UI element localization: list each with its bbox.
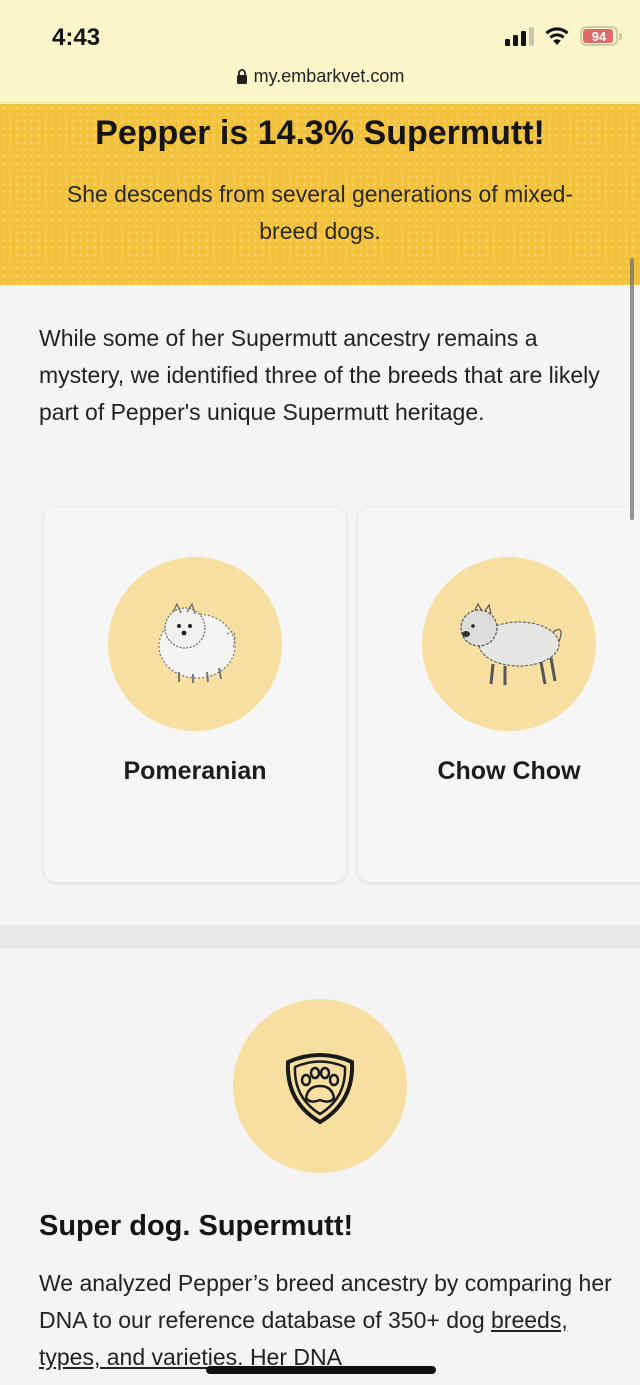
breed-name: Pomeranian: [123, 757, 267, 785]
chow-chow-illustration: [460, 602, 562, 685]
battery-icon: 94: [580, 26, 622, 46]
intro-paragraph: While some of her Supermutt ancestry rem…: [39, 325, 600, 425]
status-icons: 94: [505, 26, 622, 46]
battery-level: 94: [591, 28, 607, 44]
status-time: 4:43: [52, 24, 101, 51]
url-text: my.embarkvet.com: [253, 66, 405, 86]
breed-name: Chow Chow: [437, 757, 581, 785]
supermutt-hero: Pepper is 14.3% Supermutt! She descends …: [0, 104, 640, 285]
wifi-icon: [545, 27, 569, 45]
home-indicator[interactable]: [206, 1366, 436, 1374]
scrollbar[interactable]: [630, 258, 634, 520]
breed-card-chow-chow[interactable]: Chow Chow: [358, 507, 640, 882]
supermutt-body: We analyzed Pepper’s breed ancestry by c…: [39, 1270, 612, 1370]
page: 4:43 94 my.embarkvet.com Pepper is 14.3%…: [0, 0, 640, 1385]
breed-image-circle: [108, 557, 282, 731]
supermutt-badge-circle: [233, 999, 407, 1173]
breed-card-pomeranian[interactable]: Pomeranian: [44, 507, 346, 882]
status-and-url-bar: 4:43 94 my.embarkvet.com: [0, 0, 640, 103]
lock-icon: [236, 69, 247, 84]
paw-shield-icon: [285, 1053, 355, 1124]
pomeranian-illustration: [158, 602, 236, 683]
hero-title: Pepper is 14.3% Supermutt!: [95, 114, 545, 152]
section-divider: [0, 925, 640, 949]
address-bar[interactable]: my.embarkvet.com: [0, 66, 640, 87]
supermutt-title: Super dog. Supermutt!: [39, 1210, 354, 1242]
cellular-signal-icon: [505, 26, 534, 46]
breed-image-circle: [422, 557, 596, 731]
hero-subtitle: She descends from several generations of…: [66, 181, 574, 244]
